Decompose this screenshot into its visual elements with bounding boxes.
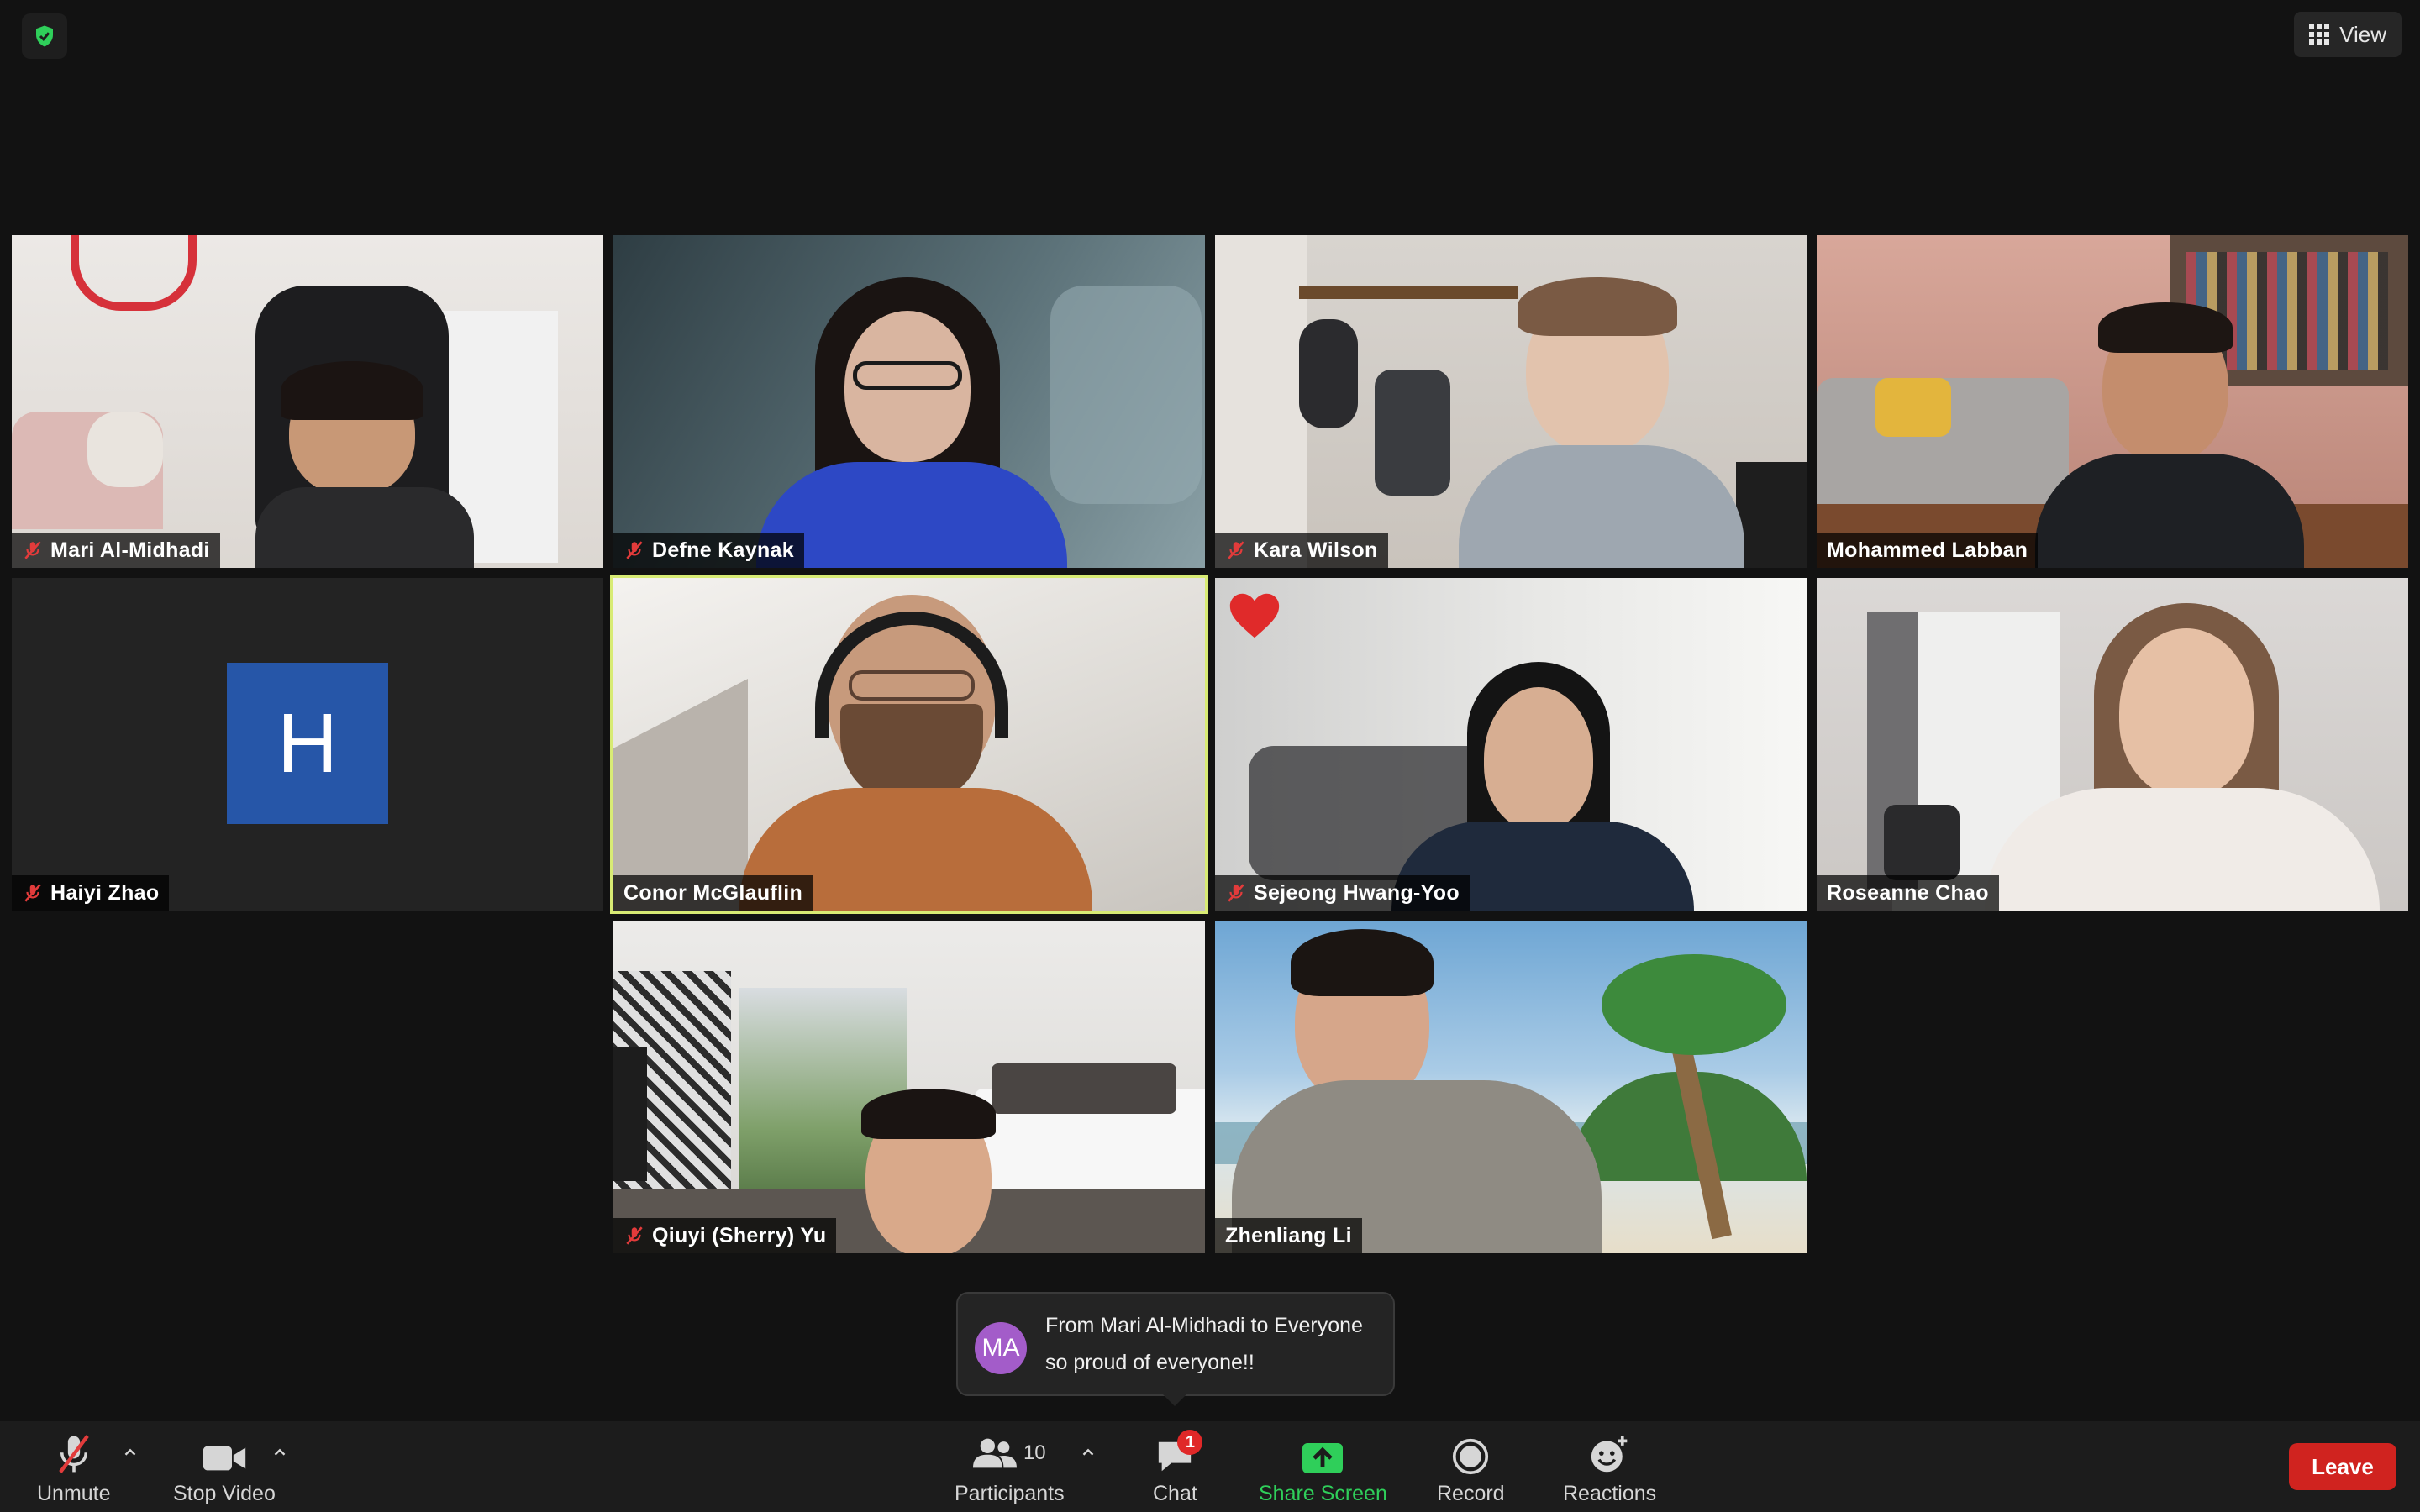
participant-name: Zhenliang Li xyxy=(1225,1223,1352,1247)
participant-name-tag: Mohammed Labban xyxy=(1817,533,2039,568)
video-tile-conor[interactable]: Conor McGlauflin xyxy=(610,575,1208,914)
chat-notification[interactable]: MA From Mari Al-Midhadi to Everyone so p… xyxy=(956,1292,1395,1396)
reactions-button[interactable]: Reactions xyxy=(1563,1431,1656,1506)
view-button[interactable]: View xyxy=(2294,12,2402,57)
muted-mic-icon xyxy=(626,541,643,559)
participant-name-tag: Mari Al-Midhadi xyxy=(12,533,220,568)
video-tile-mari[interactable]: Mari Al-Midhadi xyxy=(12,235,603,568)
leave-button[interactable]: Leave xyxy=(2289,1443,2396,1490)
participants-button[interactable]: 10 Participants xyxy=(955,1431,1065,1506)
participants-label: Participants xyxy=(955,1482,1065,1505)
participant-name: Haiyi Zhao xyxy=(50,880,160,905)
chat-notification-pointer xyxy=(1163,1394,1186,1406)
muted-mic-icon xyxy=(1228,884,1244,902)
stop-video-button[interactable]: Stop Video xyxy=(173,1431,276,1506)
share-screen-icon xyxy=(1302,1443,1344,1473)
muted-microphone-icon xyxy=(58,1435,89,1473)
view-label: View xyxy=(2339,21,2386,47)
chat-label: Chat xyxy=(1153,1482,1197,1505)
video-tile-haiyi[interactable]: H Haiyi Zhao xyxy=(12,578,603,911)
participant-name: Qiuyi (Sherry) Yu xyxy=(652,1223,827,1247)
participant-name-tag: Qiuyi (Sherry) Yu xyxy=(613,1218,837,1253)
share-screen-label: Share Screen xyxy=(1259,1482,1387,1505)
muted-mic-icon xyxy=(1228,541,1244,559)
chat-message: so proud of everyone!! xyxy=(1045,1351,1255,1374)
video-tile-sejeong[interactable]: Sejeong Hwang-Yoo xyxy=(1215,578,1807,911)
audio-options-caret-icon[interactable] xyxy=(121,1443,139,1462)
unmute-button[interactable]: Unmute xyxy=(37,1431,111,1506)
record-button[interactable]: Record xyxy=(1437,1431,1505,1506)
participant-name-tag: Defne Kaynak xyxy=(613,533,804,568)
stop-video-label: Stop Video xyxy=(173,1482,276,1505)
heart-reaction-icon xyxy=(1229,593,1280,638)
participant-name: Kara Wilson xyxy=(1254,538,1378,562)
participants-options-caret-icon[interactable] xyxy=(1079,1443,1097,1462)
participants-count: 10 xyxy=(1023,1441,1046,1464)
chat-unread-badge: 1 xyxy=(1177,1430,1203,1455)
record-label: Record xyxy=(1437,1482,1505,1505)
participants-icon xyxy=(972,1438,1017,1468)
participant-avatar: H xyxy=(227,663,388,824)
participant-name: Roseanne Chao xyxy=(1827,880,1989,905)
meeting-toolbar: Unmute Stop Video 10 Participants 1 Chat… xyxy=(0,1421,2420,1512)
participant-name-tag: Zhenliang Li xyxy=(1215,1218,1362,1253)
security-shield-icon[interactable] xyxy=(22,13,67,59)
participant-name-tag: Haiyi Zhao xyxy=(12,875,170,911)
unmute-label: Unmute xyxy=(37,1482,111,1505)
participant-name: Conor McGlauflin xyxy=(623,880,803,905)
video-camera-icon xyxy=(203,1446,246,1471)
reactions-label: Reactions xyxy=(1563,1482,1657,1505)
participant-name-tag: Roseanne Chao xyxy=(1817,875,1999,911)
add-reaction-icon xyxy=(1591,1436,1627,1473)
video-tile-kara[interactable]: Kara Wilson xyxy=(1215,235,1807,568)
share-screen-button[interactable]: Share Screen xyxy=(1259,1431,1387,1506)
video-tile-defne[interactable]: Defne Kaynak xyxy=(613,235,1205,568)
chat-sender-line: From Mari Al-Midhadi to Everyone xyxy=(1045,1314,1363,1337)
participant-name-tag: Sejeong Hwang-Yoo xyxy=(1215,875,1470,911)
participant-name-tag: Kara Wilson xyxy=(1215,533,1388,568)
video-options-caret-icon[interactable] xyxy=(271,1443,289,1462)
participant-name: Sejeong Hwang-Yoo xyxy=(1254,880,1460,905)
video-tile-mohammed[interactable]: Mohammed Labban xyxy=(1817,235,2408,568)
participant-name-tag: Conor McGlauflin xyxy=(613,875,813,911)
muted-mic-icon xyxy=(626,1226,643,1245)
muted-mic-icon xyxy=(24,541,41,559)
muted-mic-icon xyxy=(24,884,41,902)
sender-avatar: MA xyxy=(975,1322,1027,1374)
participant-name: Mari Al-Midhadi xyxy=(50,538,210,562)
video-tile-roseanne[interactable]: Roseanne Chao xyxy=(1817,578,2408,911)
record-icon xyxy=(1453,1438,1489,1475)
video-tile-qiuyi[interactable]: Qiuyi (Sherry) Yu xyxy=(613,921,1205,1253)
chat-button[interactable]: 1 Chat xyxy=(1153,1430,1203,1506)
participant-name: Mohammed Labban xyxy=(1827,538,2028,562)
video-tile-zhenliang[interactable]: Zhenliang Li xyxy=(1215,921,1807,1253)
participant-name: Defne Kaynak xyxy=(652,538,794,562)
grid-icon xyxy=(2309,24,2330,45)
